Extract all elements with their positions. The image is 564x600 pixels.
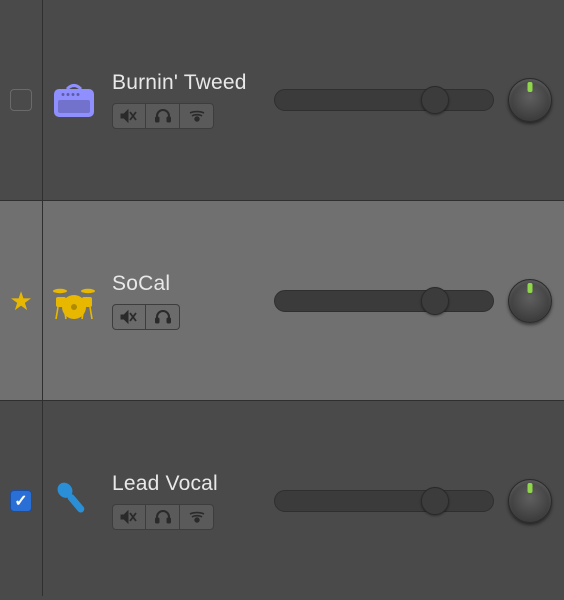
track-row[interactable]: ✓ Lead Vocal <box>0 400 564 600</box>
track-row[interactable]: Burnin' Tweed <box>0 0 564 200</box>
pan-knob[interactable] <box>508 279 552 323</box>
mic-icon[interactable] <box>50 477 98 525</box>
track-buttons <box>112 103 247 129</box>
track-main: SoCal <box>42 272 564 330</box>
pan-knob[interactable] <box>508 78 552 122</box>
volume-slider-thumb[interactable] <box>421 287 449 315</box>
track-name-label[interactable]: Burnin' Tweed <box>112 71 247 95</box>
volume-slider-thumb[interactable] <box>421 487 449 515</box>
track-list: Burnin' Tweed ★ SoCal ✓ Lead Vocal <box>0 0 564 600</box>
track-indicator-column: ★ <box>0 201 42 400</box>
volume-slider[interactable] <box>274 289 494 313</box>
drums-icon[interactable] <box>50 277 98 325</box>
pan-knob[interactable] <box>508 479 552 523</box>
amp-icon[interactable] <box>50 76 98 124</box>
track-main: Lead Vocal <box>42 472 564 530</box>
column-divider <box>42 0 43 596</box>
track-main: Burnin' Tweed <box>42 71 564 129</box>
track-name-label[interactable]: SoCal <box>112 272 180 296</box>
solo-button[interactable] <box>146 103 180 129</box>
volume-slider-thumb[interactable] <box>421 86 449 114</box>
mute-button[interactable] <box>112 504 146 530</box>
track-indicator-column: ✓ <box>0 401 42 600</box>
input-monitor-button[interactable] <box>180 504 214 530</box>
volume-slider[interactable] <box>274 489 494 513</box>
solo-button[interactable] <box>146 304 180 330</box>
solo-button[interactable] <box>146 504 180 530</box>
input-monitor-button[interactable] <box>180 103 214 129</box>
track-name-label[interactable]: Lead Vocal <box>112 472 218 496</box>
track-info: Lead Vocal <box>112 472 218 530</box>
track-info: SoCal <box>112 272 180 330</box>
star-icon[interactable]: ★ <box>9 288 32 314</box>
track-buttons <box>112 304 180 330</box>
mute-button[interactable] <box>112 103 146 129</box>
track-buttons <box>112 504 218 530</box>
volume-slider[interactable] <box>274 88 494 112</box>
track-checkbox[interactable] <box>10 89 32 111</box>
mute-button[interactable] <box>112 304 146 330</box>
track-checkbox-checked[interactable]: ✓ <box>10 490 32 512</box>
track-info: Burnin' Tweed <box>112 71 247 129</box>
track-row[interactable]: ★ SoCal <box>0 200 564 400</box>
track-indicator-column <box>0 0 42 200</box>
